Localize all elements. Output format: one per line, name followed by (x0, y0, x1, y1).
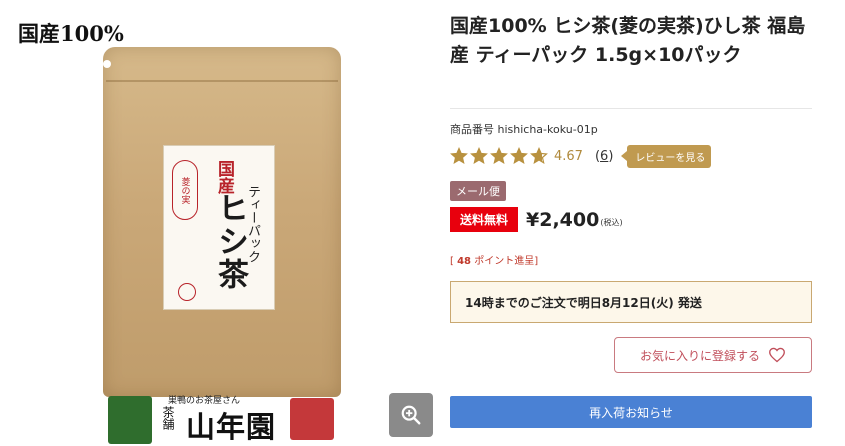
add-to-favorites-button[interactable]: お気に入りに登録する (614, 337, 812, 373)
favorite-label: お気に入りに登録する (639, 348, 760, 363)
star-icon (510, 147, 528, 164)
shop-logo-red-seal (290, 398, 334, 440)
heart-icon (769, 347, 785, 363)
divider (450, 108, 812, 109)
label-circle-mark (178, 283, 196, 301)
magnifier-plus-icon (401, 405, 421, 425)
rating-value: 4.67 (554, 148, 583, 164)
label-tea-bag: ティーパック (245, 185, 260, 263)
rating-row: 4.67 (6) レビューを見る (450, 144, 712, 168)
sku-label: 商品番号 (450, 123, 494, 136)
sku-value: hishicha-koku-01p (497, 123, 598, 136)
shop-logo: 巣鴨のお茶屋さん 茶舗 山年園 (108, 392, 338, 444)
points-suffix: ポイント進呈] (474, 256, 539, 267)
star-icon (490, 147, 508, 164)
star-icon (530, 147, 548, 164)
pouch-zipper (106, 80, 338, 82)
view-reviews-button[interactable]: レビューを見る (621, 144, 712, 168)
zoom-button[interactable] (389, 393, 433, 437)
points-value: 48 (457, 256, 472, 267)
rating-stars (450, 147, 548, 165)
pouch-notch (103, 60, 111, 68)
points-prefix: [ (450, 256, 454, 267)
points-note: [ 48 ポイント進呈] (450, 252, 538, 267)
price: ¥2,400 (526, 208, 600, 231)
label-kokusan: 国産 (214, 160, 234, 194)
tax-note: (税込) (600, 218, 623, 227)
shipping-notice: 14時までのご注文で明日8月12日(火) 発送 (450, 281, 812, 323)
shop-logo-green-seal (108, 396, 152, 444)
shop-ho: 茶舗 (161, 406, 175, 430)
restock-notify-button[interactable]: 再入荷お知らせ (450, 396, 812, 428)
shop-name: 山年園 (186, 410, 277, 444)
free-shipping-badge: 送料無料 (450, 207, 519, 232)
price-row: 送料無料 ¥2,400 (税込) (450, 207, 623, 232)
product-title: 国産100% ヒシ茶(菱の実茶)ひし茶 福島産 ティーパック 1.5g×10パッ… (450, 15, 806, 66)
star-icon (470, 147, 488, 164)
sku-line: 商品番号 hishicha-koku-01p (450, 121, 598, 137)
label-seal: 菱の実 (172, 160, 198, 220)
review-count-link[interactable]: 6 (600, 149, 608, 164)
product-image: 国産100% 菱の実 国産 ヒシ茶 ティーパック 巣鴨のお茶屋さん 茶舗 山年園 (0, 0, 440, 446)
review-count[interactable]: (6) (595, 149, 613, 164)
mail-delivery-badge: メール便 (450, 181, 506, 201)
origin-badge: 国産100% (18, 21, 124, 46)
star-icon (450, 147, 468, 164)
